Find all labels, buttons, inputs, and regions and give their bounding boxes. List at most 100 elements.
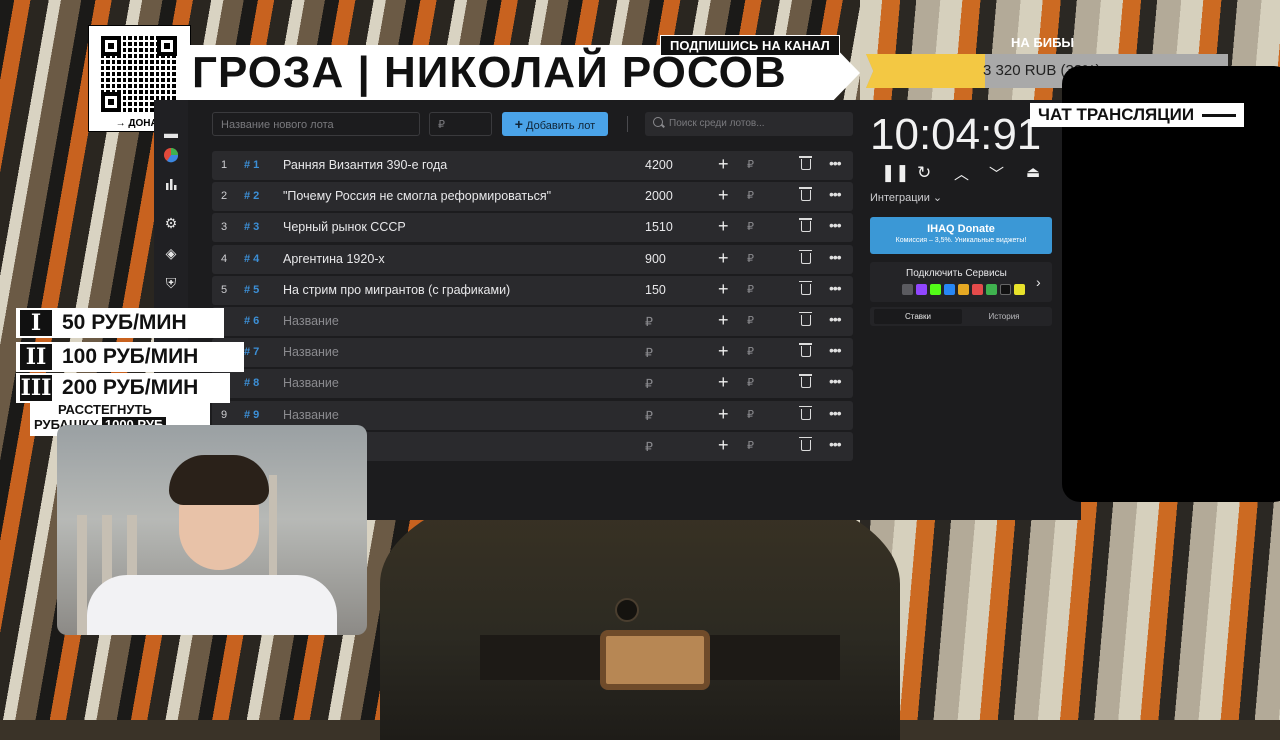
plus-icon[interactable]: + xyxy=(718,310,729,331)
lot-name-field[interactable]: Черный рынок СССР xyxy=(283,220,406,234)
new-lot-name-input[interactable]: Название нового лота xyxy=(212,112,420,136)
services-label: Подключить Сервисы xyxy=(906,268,1007,279)
add-amount-field[interactable]: ₽ xyxy=(747,283,754,296)
tab-history[interactable]: История xyxy=(960,307,1048,326)
plus-icon[interactable]: + xyxy=(718,154,729,175)
lot-amount-field[interactable]: 1510 xyxy=(645,220,673,234)
pie-chart-icon[interactable] xyxy=(162,147,180,165)
more-options-icon[interactable]: ••• xyxy=(829,155,842,171)
search-lots-input[interactable]: Поиск среди лотов... xyxy=(645,112,853,136)
trash-icon[interactable] xyxy=(799,156,812,170)
qr-eye xyxy=(101,92,121,112)
add-amount-field[interactable]: ₽ xyxy=(747,408,754,421)
lot-amount-field[interactable]: 4200 xyxy=(645,158,673,172)
lot-name-field[interactable]: "Почему Россия не смогла реформироваться… xyxy=(283,189,551,203)
add-lot-button[interactable]: + Добавить лот xyxy=(502,112,608,136)
lot-amount-field[interactable]: 150 xyxy=(645,283,666,297)
more-options-icon[interactable]: ••• xyxy=(829,311,842,327)
add-amount-field[interactable]: ₽ xyxy=(747,314,754,327)
lot-amount-field[interactable]: ₽ xyxy=(645,314,653,329)
integrations-dropdown[interactable]: Интеграции ⌄ xyxy=(870,191,942,204)
lot-amount-field[interactable]: ₽ xyxy=(645,439,653,454)
trash-icon[interactable] xyxy=(799,249,812,264)
lot-amount-field[interactable]: ₽ xyxy=(645,376,653,391)
lot-amount-field[interactable]: ₽ xyxy=(645,345,653,360)
vk-icon xyxy=(944,284,955,295)
trash-icon[interactable] xyxy=(799,343,812,358)
trash-icon[interactable] xyxy=(799,311,812,326)
more-options-icon[interactable]: ••• xyxy=(829,405,842,421)
trash-icon[interactable] xyxy=(799,280,812,295)
add-amount-field[interactable]: ₽ xyxy=(747,220,754,233)
lot-row[interactable]: # 6 Название ₽ + ₽ ••• xyxy=(212,306,853,336)
plus-icon[interactable]: + xyxy=(718,279,729,300)
trash-icon[interactable] xyxy=(799,436,812,451)
plus-icon[interactable]: + xyxy=(718,341,729,362)
more-options-icon[interactable]: ••• xyxy=(829,436,842,452)
add-amount-field[interactable]: ₽ xyxy=(747,376,754,389)
lot-name-field[interactable]: Название xyxy=(283,345,339,359)
lot-row[interactable]: # 7 Название ₽ + ₽ ••• xyxy=(212,338,853,368)
rule-row: II 100 РУБ/МИН xyxy=(16,342,244,372)
lot-name-field[interactable]: Ранняя Византия 390-е года xyxy=(283,158,447,172)
tab-bets[interactable]: Ставки xyxy=(874,309,962,324)
shield-icon[interactable]: ⛨ xyxy=(162,274,180,292)
lot-amount-field[interactable]: 2000 xyxy=(645,189,673,203)
lot-row[interactable]: 4 # 4 Аргентина 1920-х 900 + ₽ ••• xyxy=(212,244,853,274)
lot-name-field[interactable]: Аргентина 1920-х xyxy=(283,252,385,266)
rule-text: 100 РУБ/МИН xyxy=(62,345,199,368)
connect-services-button[interactable]: Подключить Сервисы › xyxy=(870,262,1052,302)
plus-icon[interactable]: + xyxy=(718,435,729,456)
lot-number: 2 xyxy=(221,190,228,203)
eject-icon[interactable]: ⏏ xyxy=(1026,163,1040,181)
trash-icon[interactable] xyxy=(799,374,812,389)
add-amount-field[interactable]: ₽ xyxy=(747,252,754,265)
bar-chart-icon[interactable] xyxy=(162,177,180,195)
lot-row[interactable]: 2 # 2 "Почему Россия не смогла реформирова… xyxy=(212,182,853,212)
plus-icon[interactable]: + xyxy=(718,185,729,206)
sidebar-active-icon[interactable]: ▬ xyxy=(162,124,180,142)
new-lot-amount-input[interactable]: ₽ xyxy=(429,112,492,136)
lot-name-field[interactable]: На стрим про мигрантов (с графиками) xyxy=(283,283,510,297)
more-options-icon[interactable]: ••• xyxy=(829,342,842,358)
lot-row[interactable]: 1 # 1 Ранняя Византия 390-е года 4200 + ₽ ••• xyxy=(212,151,853,180)
donate-subtitle: Комиссия – 3,5%. Уникальные виджеты! xyxy=(895,237,1027,244)
restart-icon[interactable]: ↻ xyxy=(917,163,931,183)
more-options-icon[interactable]: ••• xyxy=(829,373,842,389)
lot-row[interactable]: 5 # 5 На стрим про мигрантов (с графиками)… xyxy=(212,275,853,305)
gear-icon[interactable]: ⚙ xyxy=(162,214,180,232)
history-tabs: Ставки История xyxy=(870,307,1052,326)
lot-amount-field[interactable]: ₽ xyxy=(645,408,653,423)
add-amount-field[interactable]: ₽ xyxy=(747,345,754,358)
lot-number: 5 xyxy=(221,283,228,296)
lot-amount-field[interactable]: 900 xyxy=(645,252,666,266)
layers-icon[interactable]: ◈ xyxy=(162,244,180,262)
more-options-icon[interactable]: ••• xyxy=(829,280,842,296)
lot-name-field[interactable]: Название xyxy=(283,376,339,390)
more-options-icon[interactable]: ••• xyxy=(829,186,842,202)
trash-icon[interactable] xyxy=(799,187,812,202)
chevron-up-icon[interactable]: ︿ xyxy=(954,163,969,184)
trash-icon[interactable] xyxy=(799,405,812,420)
more-options-icon[interactable]: ••• xyxy=(829,249,842,265)
goal-title: НА БИБЫ xyxy=(1011,35,1075,50)
plus-icon[interactable]: + xyxy=(718,248,729,269)
add-amount-field[interactable]: ₽ xyxy=(747,439,754,452)
trash-icon[interactable] xyxy=(799,218,812,233)
rule-roman: I xyxy=(20,310,52,336)
more-options-icon[interactable]: ••• xyxy=(829,217,842,233)
chevron-down-icon[interactable]: ﹀ xyxy=(989,163,1004,184)
plus-icon[interactable]: + xyxy=(718,372,729,393)
rule-text: 50 РУБ/МИН xyxy=(62,311,187,334)
subscribe-badge: ПОДПИШИСЬ НА КАНАЛ xyxy=(660,35,840,56)
plus-icon[interactable]: + xyxy=(718,216,729,237)
lot-name-field[interactable]: Название xyxy=(283,314,339,328)
lot-row[interactable]: # 8 Название ₽ + ₽ ••• xyxy=(212,369,853,399)
plus-icon[interactable]: + xyxy=(718,404,729,425)
ihaq-donate-button[interactable]: IHAQ Donate Комиссия – 3,5%. Уникальные … xyxy=(870,217,1052,254)
lot-name-field[interactable]: Название xyxy=(283,408,339,422)
lot-row[interactable]: 3 # 3 Черный рынок СССР 1510 + ₽ ••• xyxy=(212,213,853,243)
add-amount-field[interactable]: ₽ xyxy=(747,158,754,171)
pause-icon[interactable]: ❚❚ xyxy=(881,163,910,183)
add-amount-field[interactable]: ₽ xyxy=(747,189,754,202)
